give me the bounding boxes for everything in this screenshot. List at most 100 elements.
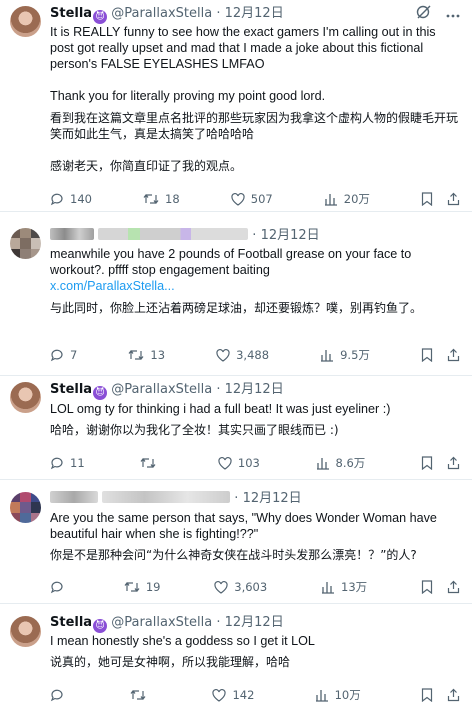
action-bar: 142 10万 [50,686,460,704]
repost-button[interactable]: 13 [128,348,165,362]
views-button[interactable]: 8.6万 [316,455,365,471]
avatar[interactable] [10,228,41,259]
repost-button[interactable] [130,688,152,702]
action-bar: 11 103 8.6万 [50,454,460,472]
reply-icon [50,689,63,702]
reply-button[interactable]: 7 [50,348,77,362]
views-count: 9.5万 [340,348,370,362]
reply-button[interactable] [50,688,70,702]
share-icon[interactable] [447,580,460,594]
bookmark-icon[interactable] [421,192,433,206]
reply-button[interactable] [50,580,70,594]
tweet[interactable]: · 12月12日 Are you the same person that sa… [0,480,472,604]
tweet[interactable]: Stella 😈 @ParallaxStella · 12月12日 LOL omg… [0,376,472,480]
grok-icon[interactable] [416,4,432,24]
views-button[interactable]: 13万 [321,579,367,595]
bookmark-icon[interactable] [421,348,433,362]
tweet-text: Are you the same person that says, "Why … [50,510,458,563]
reply-button[interactable]: 11 [50,456,85,470]
avatar[interactable] [10,6,41,37]
quoted-link[interactable]: x.com/ParallaxStella... [50,278,458,294]
share-icon[interactable] [447,456,460,470]
text-paragraph: 感谢老天，你简直印证了我的观点。 [50,159,243,173]
display-name[interactable] [50,228,94,240]
views-button[interactable]: 20万 [324,191,370,207]
timestamp[interactable]: 12月12日 [225,6,284,21]
share-icon[interactable] [447,688,460,702]
share-icon[interactable] [447,192,460,206]
timestamp[interactable]: 12月12日 [225,615,284,630]
text-paragraph: Are you the same person that says, "Why … [50,511,437,541]
repost-button[interactable]: 19 [124,580,161,594]
like-button[interactable]: 103 [218,456,260,470]
handle[interactable]: @ParallaxStella [111,6,212,21]
bookmark-icon[interactable] [421,456,433,470]
views-icon [315,689,328,702]
verified-badge-icon: 😈 [93,10,108,24]
avatar[interactable] [10,492,41,523]
like-count: 142 [232,688,255,702]
reply-icon [50,457,63,470]
like-count: 507 [250,192,273,206]
handle[interactable]: @ParallaxStella [111,382,212,397]
separator-dot: · [252,228,257,243]
handle[interactable] [102,491,231,503]
avatar[interactable] [10,382,41,413]
bookmark-and-share [421,580,460,594]
repost-button[interactable]: 18 [143,192,180,206]
reply-button[interactable]: 140 [50,192,92,206]
views-icon [316,457,329,470]
handle[interactable]: @ParallaxStella [111,615,212,630]
tweet[interactable]: Stella 😈 @ParallaxStella · 12月12日 It is R… [0,0,472,212]
repost-count: 18 [165,192,180,206]
timestamp[interactable]: 12月12日 [261,228,320,243]
share-icon[interactable] [447,348,460,362]
bookmark-icon[interactable] [421,580,433,594]
views-count: 20万 [343,192,370,206]
reply-count: 11 [70,456,85,470]
tweet-header: Stella 😈 @ParallaxStella · 12月12日 [50,381,462,400]
separator-dot: · [216,6,221,21]
display-name[interactable]: Stella [50,6,92,21]
text-paragraph: 与此同时，你脸上还沾着两磅足球油，却还要锻炼？噗，别再钓鱼了。 [50,301,423,315]
views-count: 13万 [341,580,368,594]
separator-dot: · [216,615,221,630]
tweet-text: LOL omg ty for thinking i had a full bea… [50,401,458,438]
views-button[interactable]: 10万 [315,687,361,703]
like-button[interactable]: 3,603 [214,580,267,594]
tweet-text: I mean honestly she's a goddess so I get… [50,633,458,670]
display-name[interactable]: Stella [50,382,92,397]
repost-button[interactable] [140,456,162,470]
display-name[interactable] [50,491,98,503]
like-button[interactable]: 507 [231,192,273,206]
like-button[interactable]: 3,488 [216,348,269,362]
views-count: 10万 [334,688,361,702]
tweet[interactable]: Stella 😈 @ParallaxStella · 12月12日 I mean … [0,604,472,706]
repost-count: 19 [145,580,161,594]
separator-dot: · [234,491,239,506]
like-button[interactable]: 142 [212,688,254,702]
tweet-header: Stella 😈 @ParallaxStella · 12月12日 [50,5,462,24]
header-icons [416,5,460,23]
reply-icon [50,193,63,206]
views-button[interactable]: 9.5万 [320,347,370,363]
timestamp[interactable]: 12月12日 [225,382,284,397]
action-bar: 19 3,603 13万 [50,578,460,596]
repost-icon [130,690,146,700]
bookmark-icon[interactable] [421,688,433,702]
bookmark-and-share [421,348,460,362]
like-icon [216,348,230,362]
repost-count: 13 [150,348,166,362]
tweet-header: Stella 😈 @ParallaxStella · 12月12日 [50,614,462,633]
reply-icon [50,349,63,362]
like-icon [231,192,245,206]
text-paragraph: 你是不是那种会问“为什么神奇女侠在战斗时头发那么漂亮！？”的人? [50,548,417,562]
avatar[interactable] [10,616,41,647]
text-paragraph: LOL omg ty for thinking i had a full bea… [50,402,391,416]
repost-icon [128,350,144,360]
more-icon[interactable] [446,7,460,22]
timestamp[interactable]: 12月12日 [243,491,302,506]
display-name[interactable]: Stella [50,615,92,630]
tweet[interactable]: · 12月12日 meanwhile you have 2 pounds of … [0,212,472,376]
handle[interactable] [98,228,249,240]
